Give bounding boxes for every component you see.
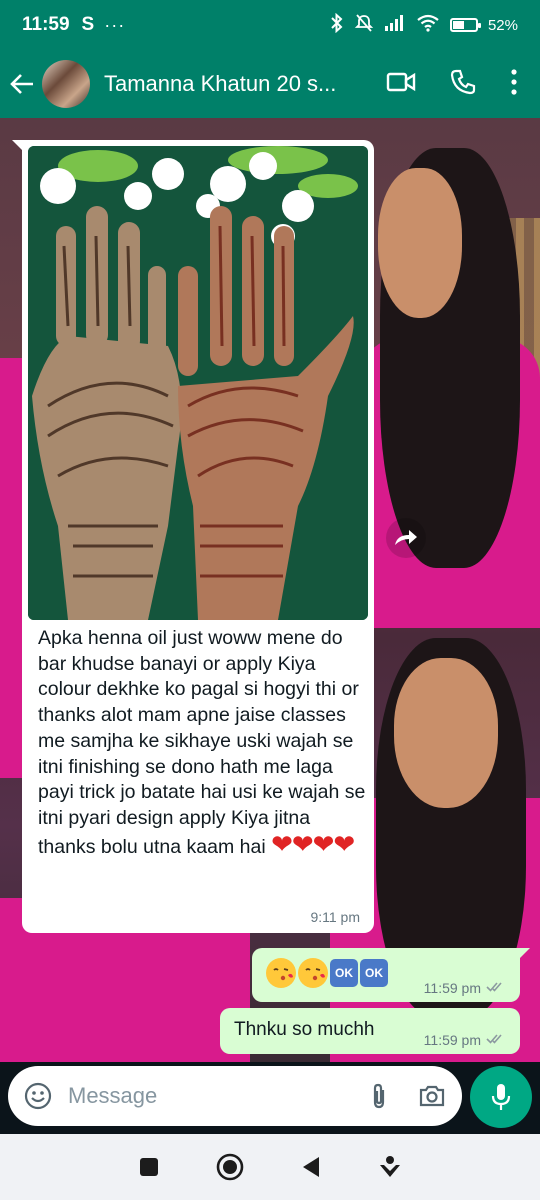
attach-icon[interactable] bbox=[370, 1082, 388, 1110]
mic-button[interactable] bbox=[470, 1066, 532, 1128]
incoming-message[interactable]: Apka henna oil just woww mene do bar khu… bbox=[12, 140, 374, 933]
battery-percent: 52% bbox=[487, 16, 518, 34]
forward-button[interactable] bbox=[386, 518, 426, 558]
kiss-emoji-icon bbox=[266, 958, 296, 988]
back-nav-icon[interactable] bbox=[301, 1156, 321, 1178]
bluetooth-icon bbox=[330, 12, 344, 37]
outgoing-message[interactable]: Thnku so muchh 11:59 pm bbox=[220, 1008, 520, 1054]
outgoing-message-meta: 11:59 pm bbox=[424, 1032, 506, 1048]
outgoing-message-time: 11:59 pm bbox=[423, 1032, 481, 1048]
incoming-message-time: 9:11 pm bbox=[310, 909, 360, 925]
more-vert-icon[interactable] bbox=[510, 68, 518, 100]
battery-icon bbox=[449, 18, 481, 32]
contact-name[interactable]: Tamanna Khatun 20 s... bbox=[104, 71, 354, 97]
camera-icon[interactable] bbox=[418, 1084, 446, 1108]
status-icons: 52% bbox=[330, 12, 518, 37]
read-ticks-icon bbox=[486, 1032, 506, 1048]
chat-area[interactable]: Apka henna oil just woww mene do bar khu… bbox=[0, 118, 540, 1062]
outgoing-message-time: 11:59 pm bbox=[423, 980, 481, 996]
status-bar: 11:59 S ··· 52% bbox=[0, 0, 540, 50]
message-composer bbox=[8, 1066, 462, 1126]
kiss-emoji-icon bbox=[298, 958, 328, 988]
message-input[interactable] bbox=[66, 1082, 340, 1110]
status-time: 11:59 bbox=[22, 14, 70, 35]
signal-icon bbox=[384, 14, 406, 36]
emoji-picker-icon[interactable] bbox=[24, 1082, 52, 1110]
notification-app-icon: S bbox=[81, 14, 95, 35]
phone-icon[interactable] bbox=[450, 69, 476, 100]
incoming-message-text: Apka henna oil just woww mene do bar khu… bbox=[38, 626, 368, 860]
ok-emoji-icon: OK bbox=[360, 959, 388, 987]
back-arrow-icon[interactable] bbox=[2, 73, 42, 95]
hearts-emoji: ❤❤❤❤ bbox=[271, 828, 355, 859]
wallpaper-face-bottom bbox=[394, 658, 498, 808]
contact-avatar[interactable] bbox=[42, 60, 90, 108]
header-actions bbox=[386, 68, 518, 100]
read-ticks-icon bbox=[486, 980, 506, 996]
chat-header: Tamanna Khatun 20 s... bbox=[0, 50, 540, 118]
wifi-icon bbox=[416, 14, 440, 36]
wallpaper-face-top bbox=[378, 168, 462, 318]
mute-icon bbox=[354, 13, 374, 37]
more-notifications-icon: ··· bbox=[104, 14, 126, 35]
outgoing-message[interactable]: OK OK 11:59 pm bbox=[252, 948, 530, 1002]
recents-icon[interactable] bbox=[139, 1157, 159, 1177]
assistant-icon[interactable] bbox=[378, 1155, 402, 1179]
henna-hands-photo[interactable] bbox=[28, 146, 368, 620]
video-call-icon[interactable] bbox=[386, 71, 416, 98]
home-icon[interactable] bbox=[216, 1153, 244, 1181]
emoji-message: OK OK bbox=[266, 958, 388, 988]
system-nav-bar bbox=[0, 1134, 540, 1200]
ok-emoji-icon: OK bbox=[330, 959, 358, 987]
mic-icon bbox=[490, 1082, 512, 1112]
outgoing-message-text: Thnku so muchh bbox=[234, 1019, 375, 1040]
outgoing-message-meta: 11:59 pm bbox=[424, 980, 506, 996]
message-body: Apka henna oil just woww mene do bar khu… bbox=[38, 627, 366, 858]
